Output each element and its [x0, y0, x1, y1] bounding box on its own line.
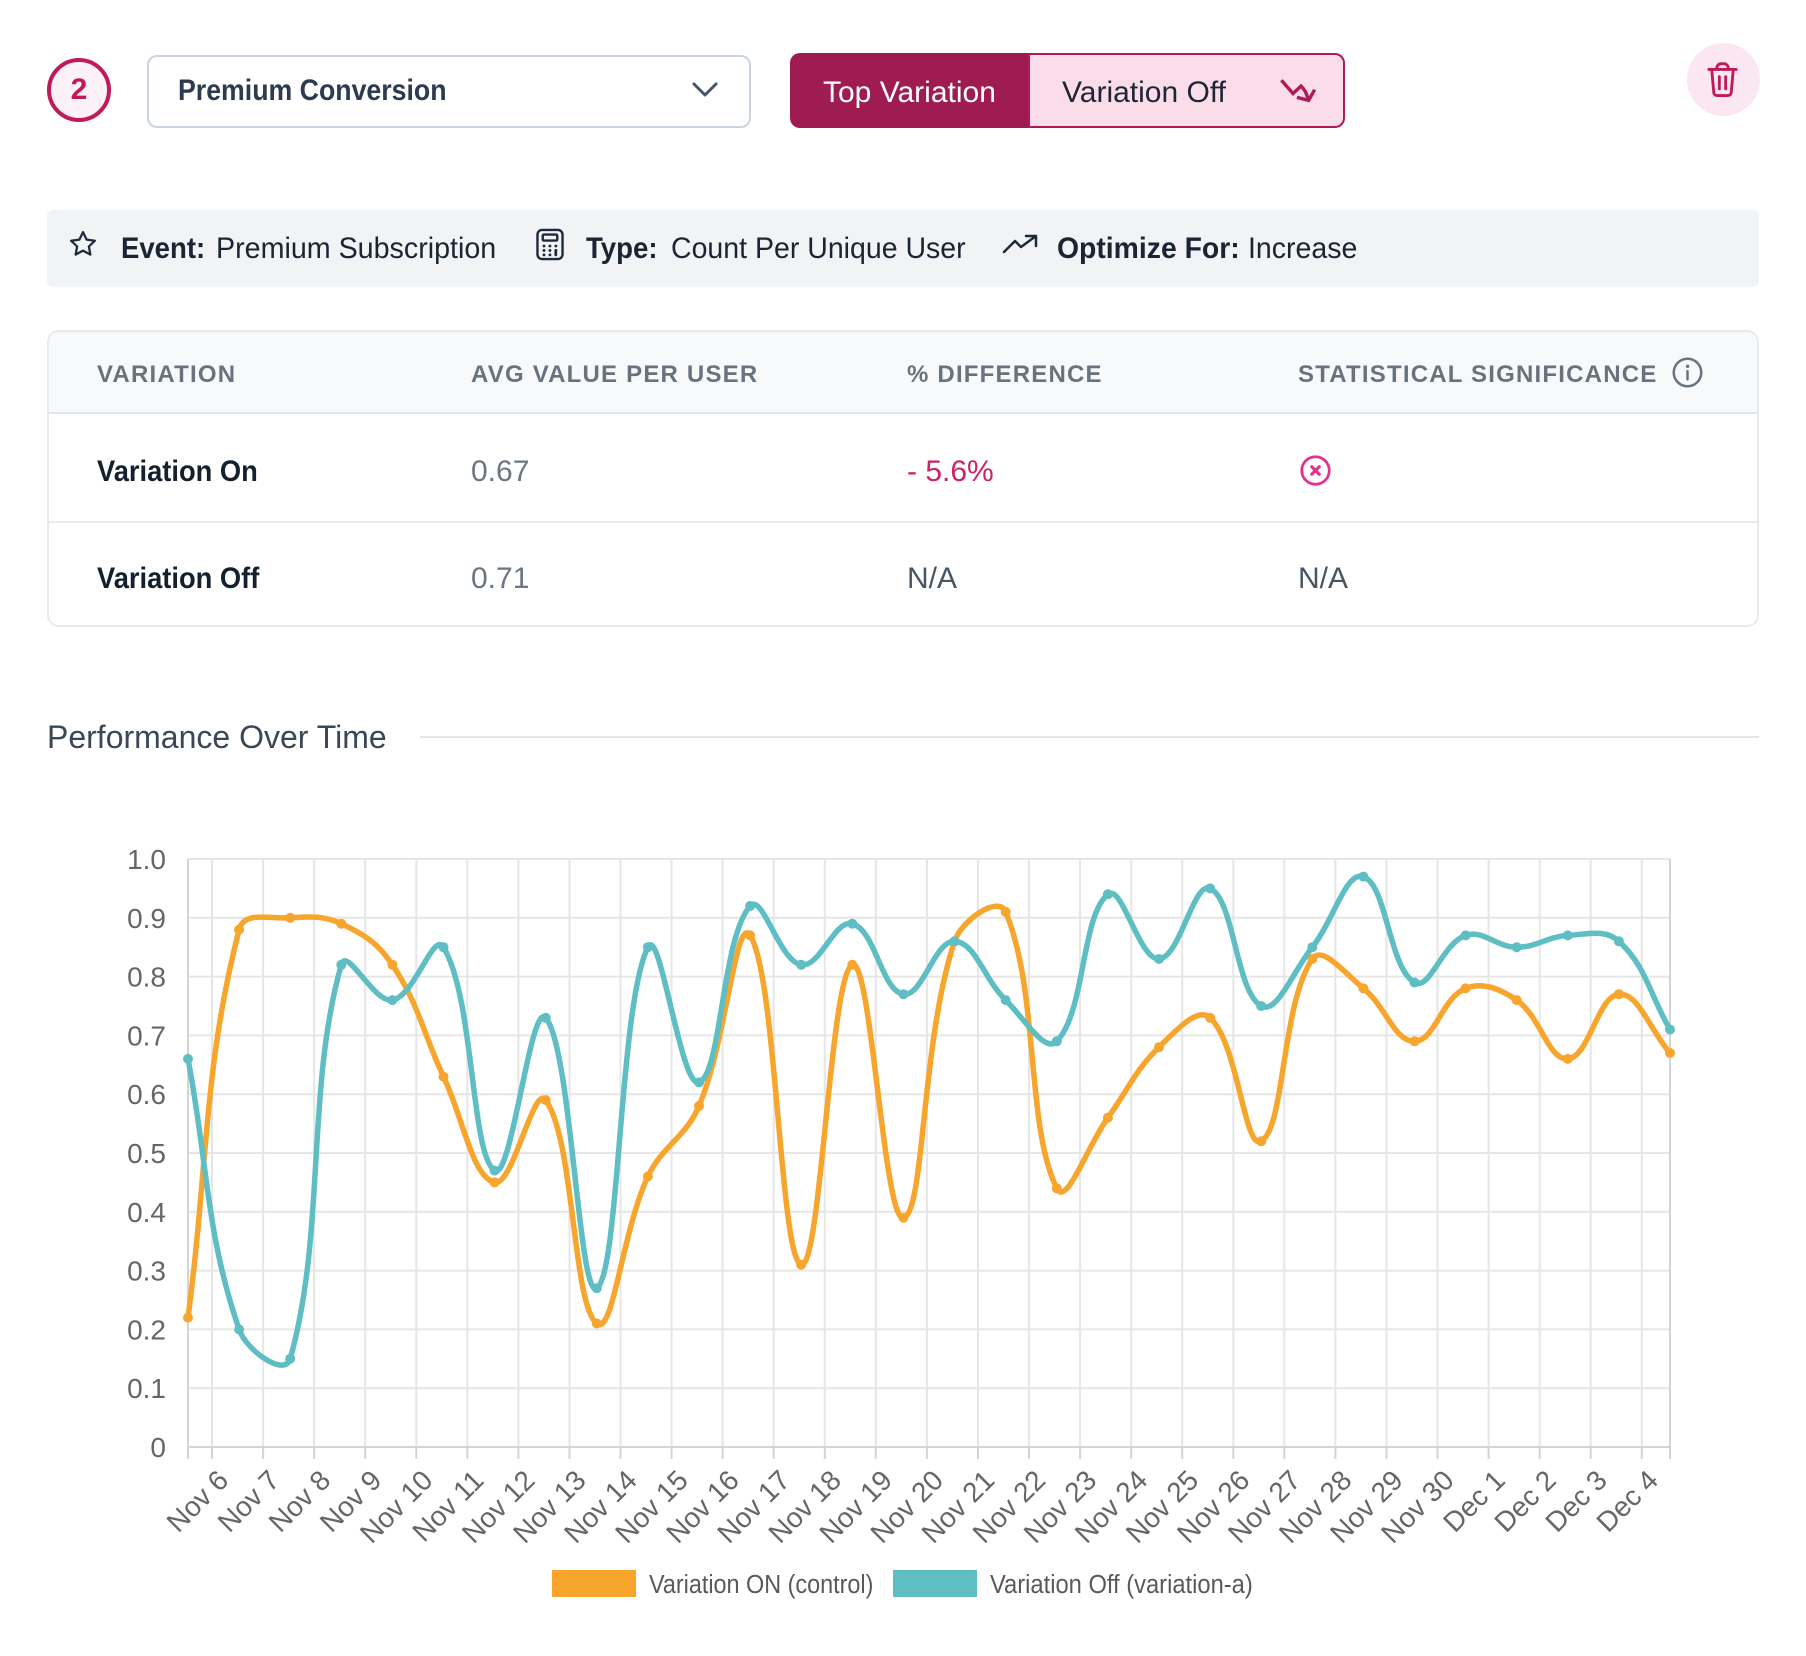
svg-text:0.5: 0.5 [127, 1138, 166, 1169]
svg-text:0.9: 0.9 [127, 903, 166, 934]
svg-text:0.7: 0.7 [127, 1020, 166, 1051]
svg-text:0.2: 0.2 [127, 1314, 166, 1345]
svg-text:0.1: 0.1 [127, 1373, 166, 1404]
svg-text:0: 0 [150, 1432, 166, 1463]
svg-text:0.6: 0.6 [127, 1079, 166, 1110]
svg-text:0.4: 0.4 [127, 1197, 166, 1228]
svg-text:Variation Off (variation-a): Variation Off (variation-a) [990, 1570, 1253, 1599]
svg-text:1.0: 1.0 [127, 844, 166, 875]
svg-text:0.8: 0.8 [127, 962, 166, 993]
svg-text:Variation ON (control): Variation ON (control) [649, 1571, 873, 1599]
svg-text:0.3: 0.3 [127, 1256, 166, 1287]
